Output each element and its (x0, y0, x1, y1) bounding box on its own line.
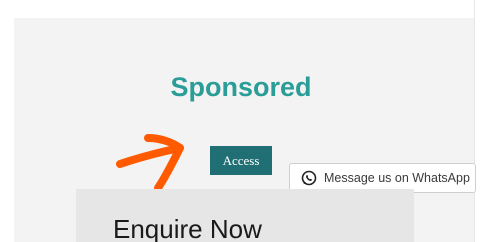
page-edge (474, 0, 482, 242)
whatsapp-icon (301, 170, 317, 186)
enquiry-title: Enquire Now (113, 214, 262, 242)
section-title: Sponsored (170, 72, 312, 102)
hand-drawn-arrow-icon (116, 134, 184, 192)
access-button[interactable]: Access (210, 146, 272, 175)
whatsapp-button-label: Message us on WhatsApp (324, 171, 470, 185)
page: Sponsored Access Message us on WhatsApp … (0, 0, 482, 242)
enquiry-form: Enquire Now (76, 189, 414, 242)
